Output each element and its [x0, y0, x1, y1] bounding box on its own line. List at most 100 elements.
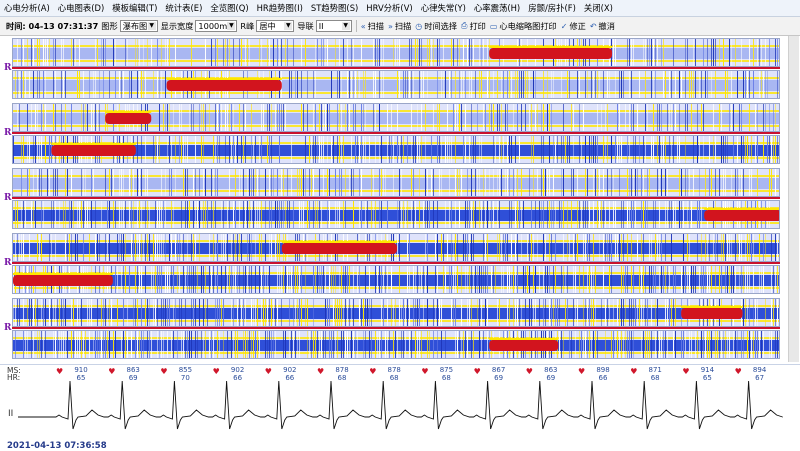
- ecg-strip: MS: HR: II ♥ 910 65 ♥ 863 69 ♥ 855 70 ♥ 902 66 ♥ 902 6…: [0, 364, 800, 451]
- menu-overview[interactable]: 全览图(Q): [206, 2, 252, 14]
- waterfall-panel: [12, 330, 780, 359]
- scan-forward-label: 扫描: [394, 21, 412, 31]
- r-peak-line: [12, 67, 780, 69]
- waterfall-panel: [12, 168, 780, 197]
- beat-hr: 68: [337, 374, 347, 382]
- r-marker-label: R: [4, 323, 12, 333]
- beat-interval: 902 66: [223, 366, 253, 382]
- waterfall-strip[interactable]: R: [0, 38, 800, 102]
- beat-ms: 867: [491, 366, 506, 374]
- beat-hr: 68: [650, 374, 660, 382]
- heart-icon: ♥: [473, 367, 481, 376]
- beat-hr: 68: [389, 374, 399, 382]
- scan-back-button[interactable]: «扫描: [361, 20, 384, 32]
- waterfall-strip[interactable]: R: [0, 298, 800, 362]
- time-select-label: 时间选择: [424, 21, 458, 31]
- beat-interval: 902 66: [275, 366, 305, 382]
- thumbnail-print-label: 心电缩略图打印: [499, 21, 557, 31]
- fix-label: 修正: [569, 21, 586, 31]
- heart-icon: ♥: [682, 367, 690, 376]
- chevron-down-icon: ▼: [341, 22, 350, 30]
- undo-button[interactable]: ↶ 撤消: [590, 20, 615, 32]
- heart-icon: ♥: [56, 367, 64, 376]
- r-peak-label: R峰: [240, 21, 255, 31]
- menu-hrv-analysis[interactable]: HRV分析(V): [362, 2, 416, 14]
- menu-hr-trend[interactable]: HR趋势图(I): [253, 2, 307, 14]
- beat-hr: 66: [285, 374, 295, 382]
- menu-ecg-chart[interactable]: 心电图表(D): [54, 2, 108, 14]
- beat-ms: 902: [230, 366, 245, 374]
- waterfall-strip[interactable]: R: [0, 168, 800, 232]
- beat-hr: 68: [441, 374, 451, 382]
- lead-label: 导联: [297, 21, 314, 31]
- graph-type-select[interactable]: 瀑布图 ▼: [119, 20, 158, 32]
- menu-hr-turbulence[interactable]: 心率震荡(H): [470, 2, 524, 14]
- fix-button[interactable]: ✓ 修正: [561, 20, 586, 32]
- beat-interval: 863 69: [118, 366, 148, 382]
- toolbar: 时间: 04-13 07:31:37 图形 瀑布图 ▼ 显示宽度 1000ms ▼ …: [0, 17, 800, 36]
- waterfall-panel: [12, 70, 780, 99]
- heart-icon: ♥: [421, 367, 429, 376]
- heart-icon: ♥: [734, 367, 742, 376]
- beat-ms: 902: [283, 366, 297, 374]
- beat-interval: 894 67: [745, 366, 775, 382]
- thumbnail-print-button[interactable]: ▭ 心电缩略图打印: [490, 20, 557, 32]
- waterfall-strip[interactable]: R: [0, 103, 800, 167]
- beat-ms: 894: [752, 366, 767, 374]
- menu-ecg-analysis[interactable]: 心电分析(A): [0, 2, 54, 14]
- scan-forward-button[interactable]: » 扫描: [388, 20, 411, 32]
- graph-type-value: 瀑布图: [122, 21, 148, 31]
- waterfall-strip[interactable]: R: [0, 233, 800, 297]
- beat-ms: 863: [126, 366, 140, 374]
- waterfall-panel: [12, 265, 780, 294]
- beat-ms: 878: [387, 366, 401, 374]
- menu-close[interactable]: 关闭(X): [580, 2, 617, 14]
- beat-ms: 898: [596, 366, 610, 374]
- width-label: 显示宽度: [160, 21, 194, 31]
- current-time: 时间: 04-13 07:31:37: [6, 21, 99, 31]
- graph-label: 图形: [101, 21, 118, 31]
- menu-arrhythmia[interactable]: 心律失常(Y): [417, 2, 470, 14]
- beat-interval: 863 69: [536, 366, 566, 382]
- undo-label: 撤消: [598, 21, 615, 31]
- menu-st-trend[interactable]: ST趋势图(S): [307, 2, 362, 14]
- r-marker-label: R: [4, 63, 12, 73]
- beat-ms: 875: [439, 366, 454, 374]
- beat-ms: 863: [544, 366, 558, 374]
- menu-statistics[interactable]: 统计表(E): [161, 2, 206, 14]
- beat-interval: 875 68: [431, 366, 461, 382]
- lead-select[interactable]: II ▼: [315, 20, 352, 32]
- waterfall-panel: [12, 103, 780, 132]
- r-marker-label: R: [4, 193, 12, 203]
- heart-icon: ♥: [578, 367, 586, 376]
- r-peak-line: [12, 327, 780, 329]
- print-label: 打印: [469, 21, 486, 31]
- thumbnail-print-icon: ▭: [489, 21, 498, 31]
- menu-bar: 心电分析(A) 心电图表(D) 模板编辑(T) 统计表(E) 全览图(Q) HR…: [0, 0, 800, 17]
- beat-ms: 871: [648, 366, 662, 374]
- check-icon: ✓: [560, 21, 568, 31]
- display-width-select[interactable]: 1000ms ▼: [195, 20, 238, 32]
- toolbar-divider: [355, 20, 357, 32]
- menu-template-edit[interactable]: 模板编辑(T): [108, 2, 161, 14]
- beat-ms: 855: [178, 366, 193, 374]
- vertical-scrollbar[interactable]: [788, 36, 799, 362]
- beat-hr: 65: [76, 374, 86, 382]
- beat-interval: 914 65: [692, 366, 722, 382]
- clock-icon: ◷: [415, 21, 423, 31]
- r-peak-select[interactable]: 居中 ▼: [256, 20, 295, 32]
- chevron-down-icon: ▼: [147, 22, 156, 30]
- heart-icon: ♥: [317, 367, 325, 376]
- heart-icon: ♥: [630, 367, 638, 376]
- waterfall-panel: [12, 38, 780, 67]
- heart-icon: ♥: [525, 367, 533, 376]
- time-select-button[interactable]: ◷ 时间选择: [415, 20, 457, 32]
- beat-hr: 69: [128, 374, 138, 382]
- r-peak-value: 居中: [259, 21, 276, 31]
- heart-icon: ♥: [108, 367, 116, 376]
- r-peak-line: [12, 262, 780, 264]
- beat-hr: 66: [233, 374, 243, 382]
- print-button[interactable]: ⎙ 打印: [461, 20, 486, 32]
- chevron-down-icon: ▼: [284, 22, 293, 30]
- menu-af-flutter[interactable]: 房颤/房扑(F): [524, 2, 580, 14]
